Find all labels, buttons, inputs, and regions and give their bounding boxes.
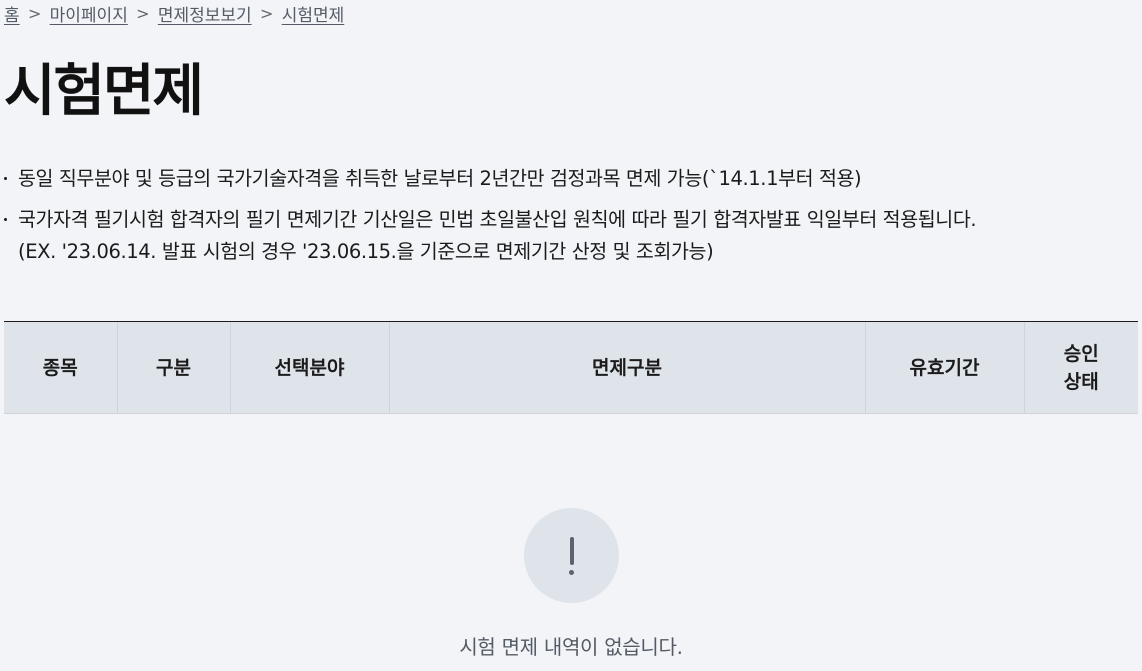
bullet-dot-icon (4, 177, 7, 180)
breadcrumb-exam-exemption-link[interactable]: 시험면제 (282, 1, 345, 26)
exemption-table-container: 종목 구분 선택분야 면제구분 유효기간 승인 상태 (4, 321, 1138, 414)
chevron-right-icon: > (259, 3, 274, 23)
empty-state: 시험 면제 내역이 없습니다. (0, 508, 1142, 660)
column-header-item: 종목 (4, 322, 118, 414)
notice-example-text: (EX. '23.06.14. 발표 시험의 경우 '23.06.15.을 기준… (18, 240, 714, 263)
breadcrumb: 홈 > 마이페이지 > 면제정보보기 > 시험면제 (4, 0, 344, 26)
notice-item: 동일 직무분야 및 등급의 국가기술자격을 취득한 날로부터 2년간만 검정과목… (4, 163, 1134, 195)
notice-item: 국가자격 필기시험 합격자의 필기 면제기간 기산일은 민법 초일불산입 원칙에… (4, 204, 1134, 268)
page-title: 시험면제 (4, 59, 204, 124)
table-header-row: 종목 구분 선택분야 면제구분 유효기간 승인 상태 (4, 322, 1138, 414)
notice-list: 동일 직무분야 및 등급의 국가기술자격을 취득한 날로부터 2년간만 검정과목… (4, 163, 1134, 277)
column-header-approval-status: 승인 상태 (1024, 322, 1138, 414)
bullet-dot-icon (4, 218, 7, 221)
column-header-category: 구분 (117, 322, 231, 414)
notice-text: 동일 직무분야 및 등급의 국가기술자격을 취득한 날로부터 2년간만 검정과목… (18, 167, 862, 190)
exclamation-icon (523, 508, 619, 603)
column-header-selected-field: 선택분야 (230, 322, 390, 414)
chevron-right-icon: > (27, 3, 42, 23)
chevron-right-icon: > (136, 3, 150, 23)
exemption-table: 종목 구분 선택분야 면제구분 유효기간 승인 상태 (4, 322, 1138, 414)
breadcrumb-exemption-info-link[interactable]: 면제정보보기 (158, 1, 252, 26)
notice-text: 국가자격 필기시험 합격자의 필기 면제기간 기산일은 민법 초일불산입 원칙에… (18, 208, 977, 231)
breadcrumb-mypage-link[interactable]: 마이페이지 (50, 1, 128, 26)
column-header-valid-period: 유효기간 (865, 322, 1025, 414)
breadcrumb-home-link[interactable]: 홈 (4, 1, 20, 26)
column-header-exemption-type: 면제구분 (389, 322, 866, 414)
empty-state-message: 시험 면제 내역이 없습니다. (459, 635, 683, 659)
